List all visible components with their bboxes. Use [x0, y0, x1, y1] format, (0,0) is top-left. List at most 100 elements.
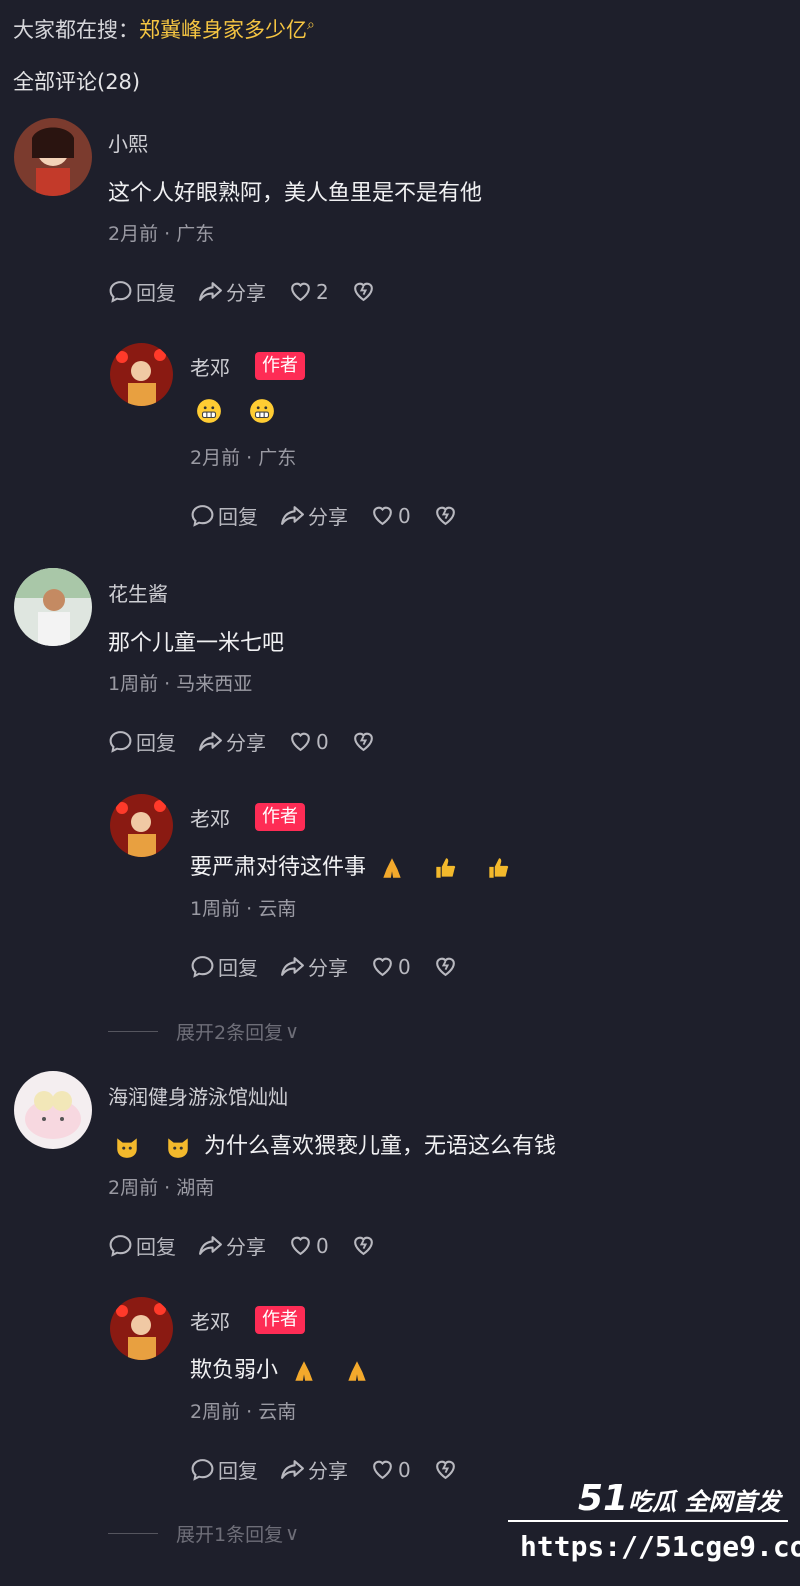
divider — [108, 1533, 158, 1534]
like-count: 0 — [316, 729, 329, 754]
expand-replies-button[interactable]: 展开1条回复 ∨ — [108, 1520, 299, 1547]
reply-button[interactable]: 回复 — [190, 501, 258, 530]
share-icon — [280, 503, 305, 528]
like-button[interactable]: 0 — [370, 954, 411, 979]
share-button[interactable]: 分享 — [198, 1231, 266, 1260]
share-icon — [280, 954, 305, 979]
reply-icon — [190, 503, 215, 528]
like-count: 2 — [316, 279, 329, 304]
author-badge: 作者 — [255, 1306, 305, 1334]
comment-meta: 2周前 · 湖南 — [108, 1177, 215, 1199]
divider — [508, 1520, 788, 1522]
reply-icon — [108, 729, 133, 754]
share-icon — [280, 1457, 305, 1482]
dislike-button[interactable] — [351, 279, 379, 304]
reply-icon — [108, 1233, 133, 1258]
broken-heart-icon — [433, 954, 458, 979]
share-button[interactable]: 分享 — [280, 501, 348, 530]
reply-button[interactable]: 回复 — [190, 952, 258, 981]
like-button[interactable]: 0 — [370, 503, 411, 528]
comment-meta: 2月前 · 广东 — [108, 223, 215, 245]
watermark-url: https://51cge9.com — [520, 1530, 800, 1563]
comment-text — [190, 398, 281, 424]
search-prefix: 大家都在搜： — [13, 18, 139, 42]
username[interactable]: 老邓 — [190, 352, 230, 381]
reply-button[interactable]: 回复 — [190, 1455, 258, 1484]
share-button[interactable]: 分享 — [280, 952, 348, 981]
username[interactable]: 小熙 — [108, 128, 148, 157]
like-count: 0 — [398, 1457, 411, 1482]
dislike-button[interactable] — [433, 954, 461, 979]
comment-text: 欺负弱小 — [190, 1352, 376, 1384]
broken-heart-icon — [433, 503, 458, 528]
heart-icon — [370, 954, 395, 979]
grimace-emoji-icon — [250, 399, 274, 423]
username[interactable]: 海润健身游泳馆灿灿 — [108, 1081, 288, 1110]
chevron-down-icon: ∨ — [285, 1020, 300, 1043]
divider — [108, 1031, 158, 1032]
comment-count-title: 全部评论(28) — [13, 70, 141, 94]
dislike-button[interactable] — [351, 729, 379, 754]
avatar[interactable] — [14, 118, 92, 196]
reply-icon — [108, 279, 133, 304]
reply-button[interactable]: 回复 — [108, 1231, 176, 1260]
like-button[interactable]: 0 — [370, 1457, 411, 1482]
author-badge: 作者 — [255, 352, 305, 380]
comment-text: 这个人好眼熟阿，美人鱼里是不是有他 — [108, 181, 483, 206]
chevron-down-icon: ∨ — [285, 1522, 300, 1545]
pray-emoji-icon — [383, 858, 401, 878]
dislike-button[interactable] — [433, 503, 461, 528]
expand-replies-button[interactable]: 展开2条回复 ∨ — [108, 1018, 299, 1045]
share-icon — [198, 729, 223, 754]
watermark: 51吃瓜 全网首发 https://51cge9.com — [508, 1468, 800, 1586]
avatar[interactable] — [14, 1071, 92, 1149]
reply-button[interactable]: 回复 — [108, 277, 176, 306]
search-icon: ⌕ — [307, 17, 315, 33]
comment-meta: 1周前 · 云南 — [190, 898, 297, 920]
username[interactable]: 老邓 — [190, 1306, 230, 1335]
username[interactable]: 花生酱 — [108, 578, 168, 607]
broken-heart-icon — [433, 1457, 458, 1482]
broken-heart-icon — [351, 729, 376, 754]
broken-heart-icon — [351, 1233, 376, 1258]
avatar[interactable] — [110, 1297, 173, 1360]
avatar[interactable] — [14, 568, 92, 646]
comment-text: 那个儿童一米七吧 — [108, 631, 285, 656]
dislike-button[interactable] — [433, 1457, 461, 1482]
heart-icon — [288, 279, 313, 304]
like-count: 0 — [398, 503, 411, 528]
comment-meta: 2周前 · 云南 — [190, 1401, 297, 1423]
search-keyword[interactable]: 郑冀峰身家多少亿 — [139, 18, 307, 42]
like-count: 0 — [398, 954, 411, 979]
comment-text: 为什么喜欢猥亵儿童，无语这么有钱 — [108, 1128, 556, 1160]
comment-meta: 2月前 · 广东 — [190, 447, 297, 469]
like-button[interactable]: 0 — [288, 729, 329, 754]
like-button[interactable]: 2 — [288, 279, 329, 304]
share-button[interactable]: 分享 — [198, 727, 266, 756]
comment-meta: 1周前 · 马来西亚 — [108, 673, 253, 695]
avatar[interactable] — [110, 794, 173, 857]
pray-emoji-icon — [295, 1361, 313, 1381]
share-button[interactable]: 分享 — [280, 1455, 348, 1484]
cat-emoji-icon — [168, 1138, 188, 1158]
search-suggestion[interactable]: 大家都在搜：郑冀峰身家多少亿⌕ — [13, 14, 315, 44]
heart-icon — [370, 503, 395, 528]
avatar[interactable] — [110, 343, 173, 406]
author-badge: 作者 — [255, 803, 305, 831]
watermark-logo: 51吃瓜 全网首发 — [578, 1478, 781, 1519]
comment-text: 要严肃对待这件事 — [190, 849, 517, 881]
heart-icon — [288, 1233, 313, 1258]
heart-icon — [370, 1457, 395, 1482]
like-button[interactable]: 0 — [288, 1233, 329, 1258]
reply-button[interactable]: 回复 — [108, 727, 176, 756]
pray-emoji-icon — [348, 1361, 366, 1381]
share-button[interactable]: 分享 — [198, 277, 266, 306]
share-icon — [198, 279, 223, 304]
reply-icon — [190, 954, 215, 979]
username[interactable]: 老邓 — [190, 803, 230, 832]
dislike-button[interactable] — [351, 1233, 379, 1258]
reply-icon — [190, 1457, 215, 1482]
thumbs-up-emoji-icon — [489, 858, 509, 878]
cat-emoji-icon — [117, 1138, 137, 1158]
share-icon — [198, 1233, 223, 1258]
